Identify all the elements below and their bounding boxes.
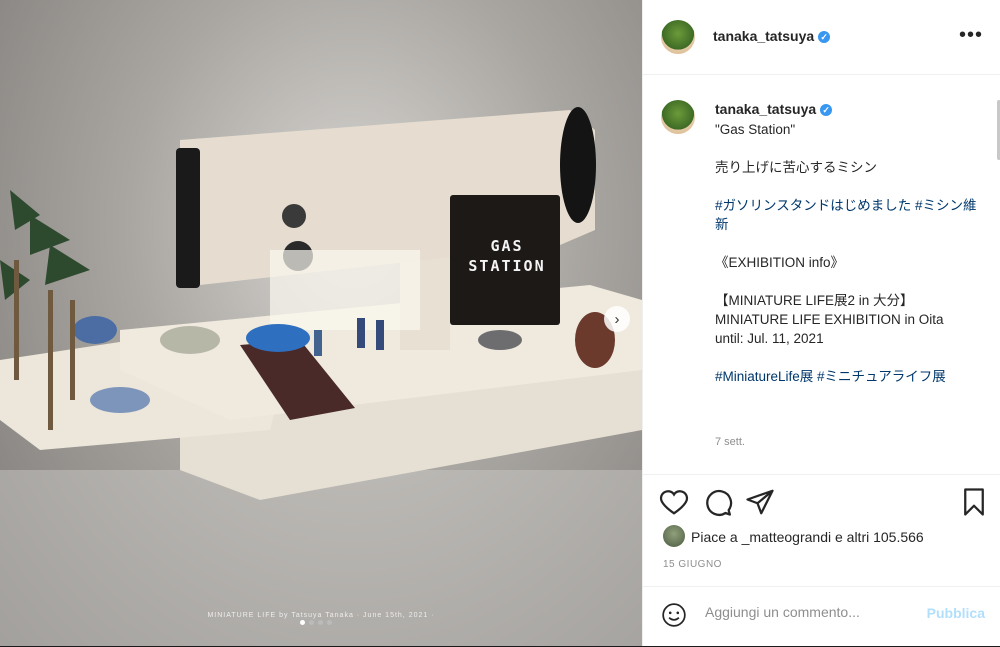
hashtag-link[interactable]: #ガソリンスタンドはじめました #ミシン維新 [715, 196, 987, 234]
avatar[interactable] [661, 20, 695, 54]
comment-bar: Pubblica [643, 586, 1000, 647]
hashtag-link[interactable]: #MiniatureLife展 #ミニチュアライフ展 [715, 367, 987, 386]
share-icon[interactable] [745, 487, 775, 517]
liker-avatar[interactable] [663, 525, 685, 547]
caption-title: "Gas Station" [715, 122, 796, 137]
comment-input[interactable] [703, 603, 907, 621]
caption-text: "Gas Station" 売り上げに苦心するミシン #ガソリンスタンドはじめま… [715, 120, 987, 386]
post-side-panel: tanaka_tatsuya ✓ ••• tanaka_tatsuya ✓ "Gas… [642, 0, 1000, 646]
emoji-icon[interactable] [661, 602, 687, 628]
carousel-dot [300, 620, 305, 625]
sign-line-2: STATION [468, 257, 546, 275]
comment-icon[interactable] [703, 487, 733, 517]
username-link[interactable]: tanaka_tatsuya ✓ [713, 28, 831, 44]
exhibition-until: until: Jul. 11, 2021 [715, 331, 824, 346]
bookmark-icon[interactable] [959, 487, 989, 517]
post-comment-button[interactable]: Pubblica [927, 605, 985, 621]
verified-badge-icon: ✓ [818, 31, 831, 43]
caption-username-link[interactable]: tanaka_tatsuya ✓ [715, 101, 833, 117]
post-photo[interactable]: GAS STATION MINIATURE LIFE by Tatsuya Ta… [0, 0, 642, 646]
likes-text[interactable]: Piace a _matteograndi e altri 105.566 [691, 529, 924, 545]
sewing-machine-diorama [0, 107, 642, 646]
caption-avatar[interactable] [661, 100, 695, 134]
verified-badge-icon: ✓ [820, 104, 833, 116]
more-options-icon[interactable]: ••• [959, 24, 983, 47]
carousel-dots [300, 620, 332, 625]
gas-station-sign: GAS STATION [462, 236, 552, 276]
caption-divider: ________________________________ [715, 234, 927, 244]
carousel-dot [327, 620, 332, 625]
exhibition-title: 【MINIATURE LIFE展2 in 大分】 [715, 293, 914, 308]
carousel-dot [309, 620, 314, 625]
caption-time-ago: 7 sett. [715, 436, 745, 448]
caption-line-jp: 売り上げに苦心するミシン [715, 160, 877, 175]
exhibition-header: 《EXHIBITION info》 [715, 255, 845, 270]
username-text: tanaka_tatsuya [713, 28, 815, 44]
post-actions: Piace a _matteograndi e altri 105.566 15… [643, 474, 1000, 575]
post-header: tanaka_tatsuya ✓ ••• [643, 0, 1000, 75]
caption-username-text: tanaka_tatsuya [715, 101, 817, 117]
post-date: 15 GIUGNO [663, 559, 722, 570]
next-arrow-icon[interactable]: › [604, 306, 630, 332]
heart-icon[interactable] [659, 487, 689, 517]
photo-watermark: MINIATURE LIFE by Tatsuya Tanaka · June … [207, 612, 435, 619]
carousel-dot [318, 620, 323, 625]
exhibition-en: MINIATURE LIFE EXHIBITION in Oita [715, 312, 944, 327]
sign-line-1: GAS [490, 237, 524, 255]
